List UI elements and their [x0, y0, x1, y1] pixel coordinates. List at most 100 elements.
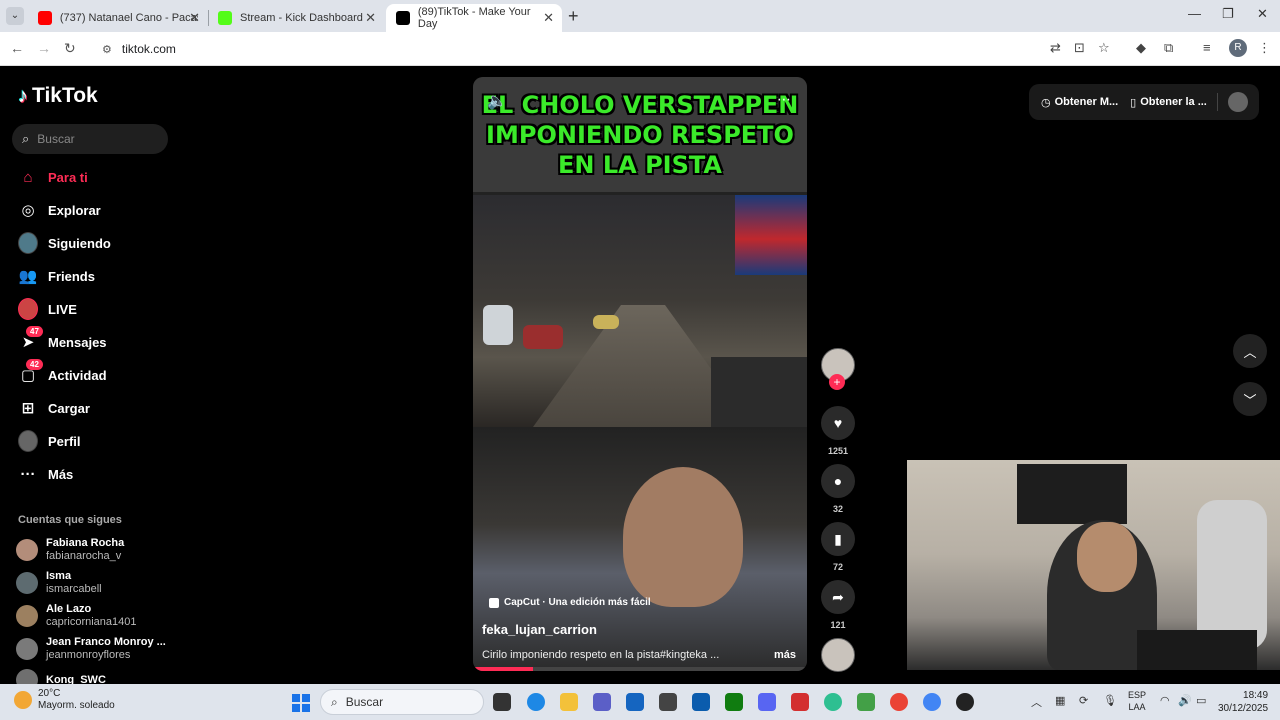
- sound-avatar-button[interactable]: [820, 638, 856, 672]
- previous-video-button[interactable]: ︿: [1233, 334, 1267, 368]
- tiktok-note-icon: ♪: [18, 84, 28, 107]
- tab-title: (737) Natanael Cano - Pacas De: [59, 12, 198, 24]
- install-app-icon[interactable]: ⊡: [1074, 40, 1085, 56]
- edge-icon[interactable]: [527, 693, 545, 711]
- btn-label: Obtener la ...: [1140, 96, 1207, 108]
- get-desktop-app-button[interactable]: ◷ Obtener M...: [1041, 96, 1118, 109]
- nav-siguiendo[interactable]: Siguiendo: [18, 231, 111, 255]
- wifi-icon[interactable]: ◠: [1160, 694, 1170, 707]
- site-info-icon[interactable]: ⚙: [102, 43, 112, 56]
- avatar: [16, 605, 38, 627]
- search-label: Buscar: [345, 695, 384, 709]
- following-item[interactable]: Fabiana Rocha fabianarocha_v: [16, 537, 124, 563]
- capcut-tag[interactable]: CapCut · Una edición más fácil: [489, 597, 651, 608]
- nav-perfil[interactable]: Perfil: [18, 429, 81, 453]
- chrome-icon[interactable]: [890, 693, 908, 711]
- battery-icon[interactable]: ▭: [1196, 694, 1206, 707]
- windows-start-icon[interactable]: [292, 694, 310, 712]
- translate-icon[interactable]: ⇄: [1050, 40, 1061, 56]
- like-button[interactable]: ♥ 1251: [820, 406, 856, 456]
- nav-friends[interactable]: 👥 Friends: [18, 264, 95, 288]
- taskbar-search[interactable]: ⌕ Buscar: [320, 689, 484, 715]
- tray-icon[interactable]: ⟳: [1079, 694, 1088, 707]
- profile-avatar[interactable]: R: [1229, 39, 1247, 57]
- app-icon[interactable]: [824, 693, 842, 711]
- get-mobile-app-button[interactable]: ▯ Obtener la ...: [1130, 96, 1207, 109]
- comment-button[interactable]: ● 32: [820, 464, 856, 514]
- following-item[interactable]: Ale Lazo capricorniana1401: [16, 603, 137, 629]
- nav-mas[interactable]: ··· Más: [18, 462, 74, 486]
- nav-explorar[interactable]: ◎ Explorar: [18, 198, 100, 222]
- next-video-button[interactable]: ﹀: [1233, 382, 1267, 416]
- file-explorer-icon[interactable]: [560, 693, 578, 711]
- save-count: 72: [832, 562, 843, 572]
- video-banner: EL CHOLO VERSTAPPEN IMPONIENDO RESPETO E…: [473, 77, 807, 192]
- follow-plus-icon[interactable]: +: [829, 374, 845, 390]
- chrome-icon[interactable]: [923, 693, 941, 711]
- microphone-icon[interactable]: 🎙: [1103, 694, 1117, 707]
- forward-icon[interactable]: →: [37, 40, 51, 56]
- app-icon[interactable]: [791, 693, 809, 711]
- nav-para-ti[interactable]: ⌂ Para ti: [18, 165, 87, 189]
- app-icon[interactable]: [692, 693, 710, 711]
- back-icon[interactable]: ←: [10, 40, 24, 56]
- avatar: [16, 539, 38, 561]
- tab-kick[interactable]: Stream - Kick Dashboard ✕: [208, 4, 384, 32]
- app-icon[interactable]: [659, 693, 677, 711]
- tab-search-button[interactable]: ⌄: [6, 7, 24, 25]
- search-input[interactable]: [37, 132, 148, 146]
- like-count: 1251: [827, 446, 849, 456]
- close-window-icon[interactable]: ✕: [1257, 6, 1268, 22]
- xbox-icon[interactable]: [725, 693, 743, 711]
- tab-youtube[interactable]: (737) Natanael Cano - Pacas De ✕: [28, 4, 208, 32]
- video-author[interactable]: feka_lujan_carrion: [482, 622, 597, 637]
- save-button[interactable]: ▮ 72: [820, 522, 856, 572]
- volume-icon[interactable]: 🔊: [1178, 694, 1192, 707]
- bookmark-star-icon[interactable]: ☆: [1098, 40, 1110, 56]
- task-view-icon[interactable]: [493, 693, 511, 711]
- messages-icon: ➤ 47: [18, 326, 43, 352]
- tray-expand-icon[interactable]: ︿: [1031, 694, 1042, 710]
- extension-icon[interactable]: ◆: [1136, 40, 1146, 56]
- nav-label: LIVE: [48, 301, 77, 317]
- new-tab-icon[interactable]: +: [568, 6, 579, 27]
- tiktok-logo[interactable]: ♪ TikTok: [18, 84, 98, 108]
- share-button[interactable]: ➦ 121: [820, 580, 856, 630]
- user-avatar[interactable]: [1227, 92, 1248, 112]
- tab-tiktok[interactable]: (89)TikTok - Make Your Day ✕: [386, 4, 562, 32]
- video-progress-bar[interactable]: [473, 667, 807, 671]
- media-icon[interactable]: ≡: [1203, 40, 1211, 55]
- nav-actividad[interactable]: ▢ 42 Actividad: [18, 359, 107, 387]
- volume-icon[interactable]: 🔈: [487, 91, 507, 111]
- windows-taskbar: 20°C Mayorm. soleado ⌕ Buscar ︿ ▦ ⟳ 🎙 ESP…: [0, 684, 1280, 720]
- following-item[interactable]: Isma ismarcabell: [16, 570, 102, 596]
- video-player[interactable]: EL CHOLO VERSTAPPEN IMPONIENDO RESPETO E…: [473, 77, 807, 671]
- nav-live[interactable]: LIVE: [18, 297, 77, 321]
- teams-icon[interactable]: [593, 693, 611, 711]
- app-icon[interactable]: [857, 693, 875, 711]
- obs-icon[interactable]: [956, 693, 974, 711]
- minimize-icon[interactable]: —: [1188, 6, 1201, 21]
- maximize-icon[interactable]: ❐: [1222, 6, 1234, 22]
- more-link[interactable]: más: [774, 649, 796, 661]
- extensions-puzzle-icon[interactable]: ⧉: [1164, 40, 1173, 56]
- close-tab-icon[interactable]: ✕: [189, 10, 200, 26]
- tray-icon[interactable]: ▦: [1055, 694, 1065, 707]
- close-tab-icon[interactable]: ✕: [365, 10, 376, 26]
- video-options-icon[interactable]: ⋯: [777, 91, 791, 108]
- omnibox[interactable]: ⚙ tiktok.com: [90, 36, 1120, 62]
- weather-widget[interactable]: 20°C Mayorm. soleado: [14, 688, 115, 712]
- tiktok-page: ♪ TikTok ⌕ ⌂ Para ti ◎ Explorar Siguiend…: [0, 66, 1280, 691]
- search-box[interactable]: ⌕: [12, 124, 168, 154]
- clock[interactable]: 18:49 30/12/2025: [1218, 689, 1268, 715]
- nav-cargar[interactable]: ⊞ Cargar: [18, 396, 90, 420]
- discord-icon[interactable]: [758, 693, 776, 711]
- menu-icon[interactable]: ⋮: [1258, 40, 1271, 56]
- close-tab-icon[interactable]: ✕: [543, 10, 554, 26]
- language-indicator[interactable]: ESP LAA: [1128, 689, 1146, 713]
- nav-mensajes[interactable]: ➤ 47 Mensajes: [18, 326, 107, 354]
- following-item[interactable]: Jean Franco Monroy ... jeanmonroyflores: [16, 636, 166, 662]
- store-icon[interactable]: [626, 693, 644, 711]
- reload-icon[interactable]: ↻: [64, 40, 76, 57]
- creator-avatar-button[interactable]: +: [820, 348, 856, 390]
